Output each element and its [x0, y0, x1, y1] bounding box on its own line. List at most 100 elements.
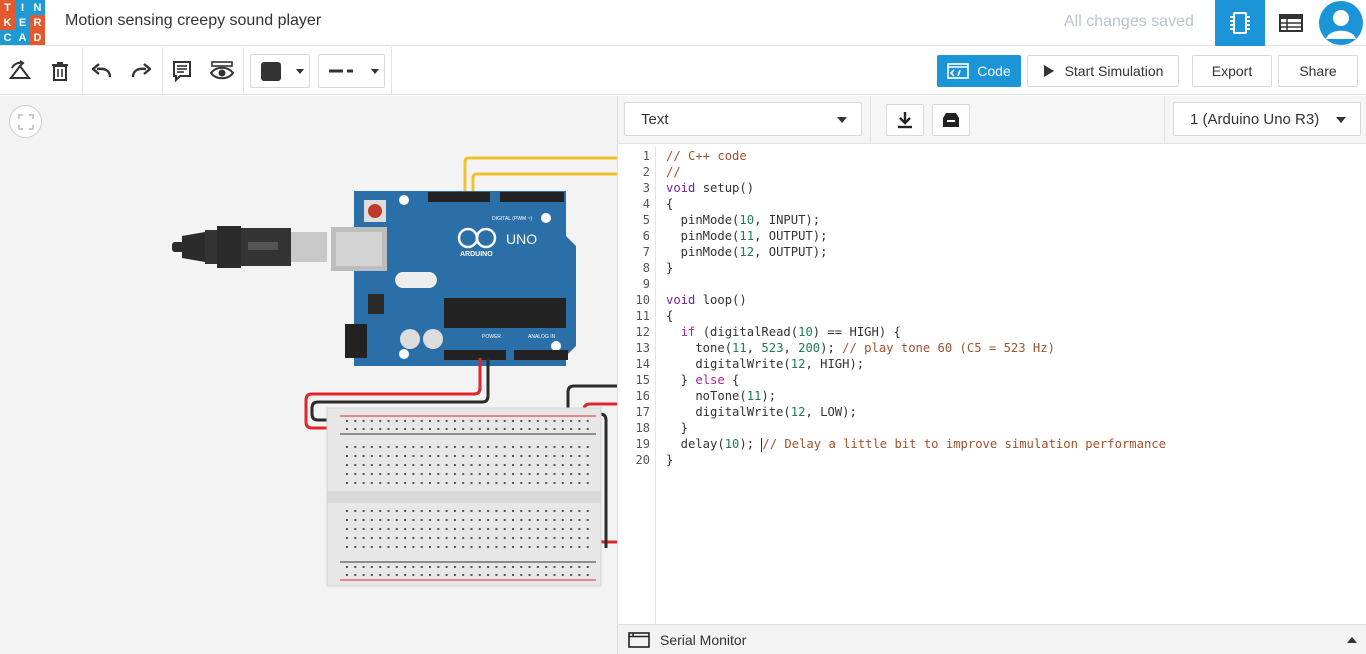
breadboard-hole[interactable] — [404, 482, 407, 484]
breadboard-hole[interactable] — [487, 482, 490, 484]
delete-button[interactable] — [46, 57, 74, 85]
breadboard-hole[interactable] — [346, 528, 348, 530]
breadboard-hole[interactable] — [553, 446, 556, 448]
breadboard-hole[interactable] — [387, 566, 390, 568]
breadboard-hole[interactable] — [429, 473, 431, 475]
breadboard-hole[interactable] — [478, 566, 481, 568]
breadboard-hole[interactable] — [512, 473, 514, 475]
breadboard-hole[interactable] — [346, 546, 348, 548]
breadboard-hole[interactable] — [437, 519, 440, 521]
breadboard-hole[interactable] — [561, 546, 564, 548]
breadboard-hole[interactable] — [445, 473, 448, 475]
breadboard-hole[interactable] — [520, 537, 523, 539]
breadboard-hole[interactable] — [420, 482, 423, 484]
breadboard-hole[interactable] — [429, 482, 431, 484]
breadboard-hole[interactable] — [346, 420, 348, 422]
breadboard-hole[interactable] — [586, 546, 589, 548]
breadboard-hole[interactable] — [412, 455, 415, 457]
breadboard-hole[interactable] — [453, 566, 456, 568]
breadboard-hole[interactable] — [561, 574, 564, 576]
breadboard-hole[interactable] — [346, 519, 348, 521]
breadboard-hole[interactable] — [545, 473, 548, 475]
breadboard-hole[interactable] — [462, 574, 465, 576]
breadboard-hole[interactable] — [470, 473, 473, 475]
breadboard-hole[interactable] — [578, 455, 581, 457]
breadboard-hole[interactable] — [387, 574, 390, 576]
breadboard-hole[interactable] — [354, 546, 357, 548]
undo-button[interactable] — [88, 57, 116, 85]
breadboard-hole[interactable] — [570, 420, 573, 422]
breadboard-hole[interactable] — [462, 446, 465, 448]
board-select[interactable]: 1 (Arduino Uno R3) — [1173, 102, 1361, 136]
breadboard-hole[interactable] — [453, 455, 456, 457]
breadboard-hole[interactable] — [404, 420, 407, 422]
breadboard-hole[interactable] — [354, 464, 357, 466]
breadboard-hole[interactable] — [495, 455, 498, 457]
breadboard-hole[interactable] — [553, 510, 556, 512]
breadboard-hole[interactable] — [462, 519, 465, 521]
breadboard-hole[interactable] — [503, 455, 506, 457]
breadboard-hole[interactable] — [404, 566, 407, 568]
breadboard-hole[interactable] — [387, 537, 390, 539]
breadboard-hole[interactable] — [429, 574, 431, 576]
breadboard-hole[interactable] — [570, 482, 573, 484]
breadboard-hole[interactable] — [387, 464, 390, 466]
breadboard-hole[interactable] — [578, 510, 581, 512]
breadboard-hole[interactable] — [545, 519, 548, 521]
breadboard-hole[interactable] — [420, 537, 423, 539]
breadboard-hole[interactable] — [487, 528, 490, 530]
breadboard-hole[interactable] — [553, 428, 556, 430]
breadboard-hole[interactable] — [553, 420, 556, 422]
breadboard-hole[interactable] — [570, 528, 573, 530]
breadboard-hole[interactable] — [362, 528, 365, 530]
breadboard-hole[interactable] — [412, 546, 415, 548]
breadboard-hole[interactable] — [553, 519, 556, 521]
breadboard-hole[interactable] — [453, 537, 456, 539]
breadboard-hole[interactable] — [420, 528, 423, 530]
breadboard-hole[interactable] — [445, 455, 448, 457]
breadboard-hole[interactable] — [586, 446, 589, 448]
breadboard-hole[interactable] — [520, 528, 523, 530]
breadboard-hole[interactable] — [503, 420, 506, 422]
breadboard-hole[interactable] — [545, 546, 548, 548]
breadboard-hole[interactable] — [503, 464, 506, 466]
breadboard-hole[interactable] — [404, 528, 407, 530]
breadboard-hole[interactable] — [495, 574, 498, 576]
notes-button[interactable] — [168, 57, 196, 85]
breadboard-hole[interactable] — [379, 482, 382, 484]
breadboard-hole[interactable] — [586, 566, 589, 568]
breadboard-hole[interactable] — [395, 473, 398, 475]
breadboard-hole[interactable] — [503, 574, 506, 576]
breadboard-hole[interactable] — [445, 428, 448, 430]
breadboard-hole[interactable] — [570, 510, 573, 512]
breadboard-hole[interactable] — [520, 519, 523, 521]
breadboard-hole[interactable] — [370, 482, 373, 484]
breadboard-hole[interactable] — [586, 464, 589, 466]
breadboard-hole[interactable] — [379, 574, 382, 576]
breadboard-hole[interactable] — [395, 546, 398, 548]
breadboard-hole[interactable] — [578, 482, 581, 484]
breadboard-hole[interactable] — [586, 455, 589, 457]
wire-style-dropdown[interactable] — [318, 54, 385, 88]
breadboard-hole[interactable] — [462, 455, 465, 457]
breadboard-hole[interactable] — [528, 464, 531, 466]
breadboard-hole[interactable] — [437, 428, 440, 430]
breadboard-hole[interactable] — [379, 473, 382, 475]
breadboard-hole[interactable] — [354, 510, 357, 512]
breadboard-hole[interactable] — [462, 546, 465, 548]
breadboard-hole[interactable] — [561, 510, 564, 512]
breadboard-hole[interactable] — [462, 473, 465, 475]
breadboard-hole[interactable] — [578, 528, 581, 530]
breadboard-hole[interactable] — [395, 566, 398, 568]
breadboard-hole[interactable] — [437, 574, 440, 576]
breadboard-hole[interactable] — [420, 574, 423, 576]
breadboard-hole[interactable] — [545, 528, 548, 530]
breadboard-hole[interactable] — [346, 566, 348, 568]
breadboard-hole[interactable] — [362, 519, 365, 521]
breadboard-hole[interactable] — [561, 464, 564, 466]
code-editor[interactable]: // C++ code // void setup() { pinMode(10… — [666, 148, 1356, 618]
breadboard-hole[interactable] — [379, 566, 382, 568]
project-title[interactable]: Motion sensing creepy sound player — [65, 12, 321, 30]
breadboard-hole[interactable] — [561, 446, 564, 448]
breadboard-hole[interactable] — [437, 528, 440, 530]
